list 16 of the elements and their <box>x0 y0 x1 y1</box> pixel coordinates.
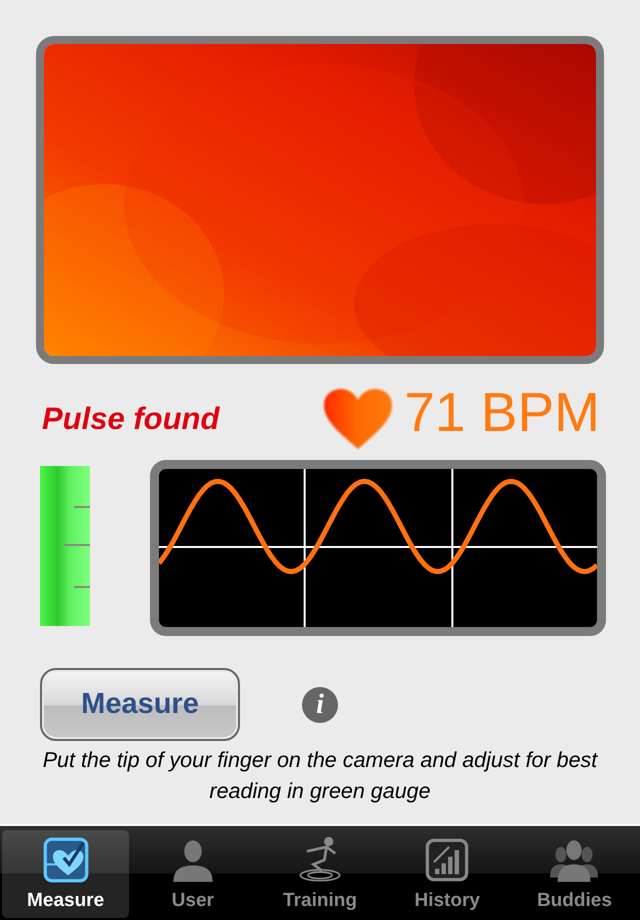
tab[interactable]: Measure <box>2 830 130 918</box>
gauge-tick <box>64 544 90 546</box>
gauge-tick <box>74 506 90 508</box>
heart-rate-reading: 71 BPM <box>404 380 600 444</box>
gauge-tick <box>74 586 90 588</box>
heart-check-icon <box>42 836 90 884</box>
bar-chart-icon <box>423 836 472 884</box>
heart-icon <box>322 387 394 451</box>
measure-button[interactable]: Measure <box>40 668 240 741</box>
info-button[interactable]: i <box>302 686 338 722</box>
tab[interactable]: User <box>129 830 256 918</box>
instruction-text: Put the tip of your finger on the camera and adjust for best reading in green gauge <box>42 747 599 805</box>
tab[interactable]: Buddies <box>510 830 638 918</box>
tab[interactable]: History <box>384 830 511 918</box>
pulse-status: Pulse found <box>42 401 220 437</box>
tab[interactable]: Training <box>256 830 384 918</box>
